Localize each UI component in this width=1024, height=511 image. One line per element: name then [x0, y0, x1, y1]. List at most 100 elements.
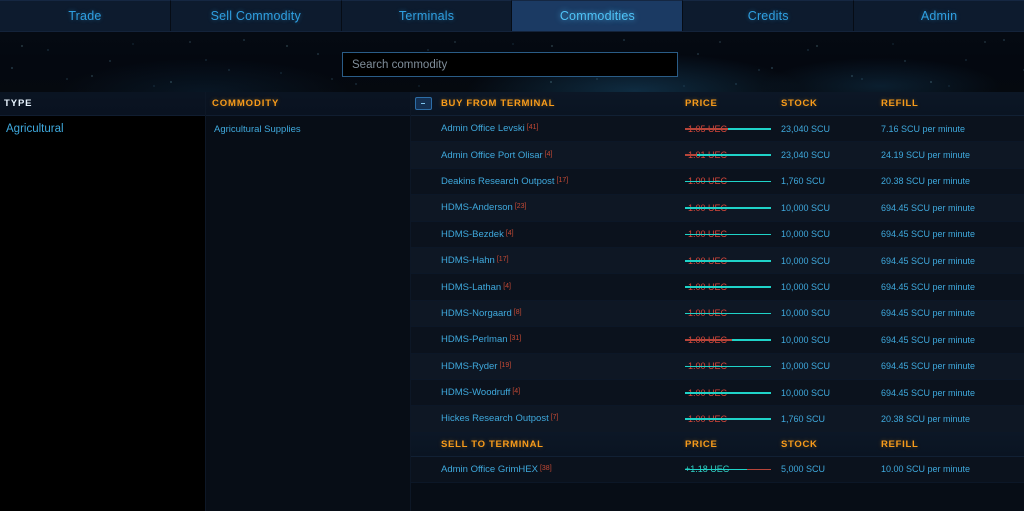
price-bar-cyan — [685, 366, 771, 368]
terminal-name: HDMS-Anderson — [441, 202, 513, 213]
table-row[interactable]: HDMS-Perlman[31]-1.00 UEC10,000 SCU694.4… — [411, 327, 1024, 353]
sell_section-header-stock: STOCK — [781, 439, 881, 450]
price-bar-cyan — [728, 128, 771, 130]
price-bar-cyan — [685, 313, 771, 315]
refill-cell: 10.00 SCU per minute — [881, 464, 1024, 474]
table-row[interactable]: HDMS-Lathan[4]-1.00 UEC10,000 SCU694.45 … — [411, 274, 1024, 300]
terminal-name-cell: HDMS-Ryder[19] — [435, 361, 685, 372]
price-cell: -1.00 UEC — [685, 361, 781, 371]
price-cell: +1.18 UEC — [685, 464, 781, 474]
refill-cell: 20.38 SCU per minute — [881, 176, 1024, 186]
stock-cell: 10,000 SCU — [781, 256, 881, 266]
price-bar-red — [685, 339, 732, 341]
terminal-name-cell: Deakins Research Outpost[17] — [435, 176, 685, 187]
table-row[interactable]: Admin Office Levski[41]-1.05 UEC23,040 S… — [411, 116, 1024, 142]
nav-tab-credits[interactable]: Credits — [683, 0, 854, 31]
table-row[interactable]: HDMS-Hahn[17]-1.00 UEC10,000 SCU694.45 S… — [411, 248, 1024, 274]
sell_section-header-terminal: SELL TO TERMINAL — [435, 439, 685, 450]
terminal-name: Admin Office Levski — [441, 123, 525, 134]
terminal-name: Admin Office Port Olisar — [441, 150, 543, 161]
terminal-name: HDMS-Lathan — [441, 282, 501, 293]
terminal-name: Hickes Research Outpost — [441, 413, 549, 424]
price-indicator-bar — [685, 469, 771, 471]
main-navigation: TradeSell CommodityTerminalsCommoditiesC… — [0, 0, 1024, 32]
price-cell: -1.00 UEC — [685, 176, 781, 186]
price-cell: -1.00 UEC — [685, 308, 781, 318]
price-indicator-bar — [685, 313, 771, 315]
terminal-name-cell: HDMS-Hahn[17] — [435, 255, 685, 266]
terminal-name: HDMS-Bezdek — [441, 229, 504, 240]
price-bar-cyan — [732, 339, 771, 341]
stock-cell: 10,000 SCU — [781, 282, 881, 292]
type-column: TYPE Agricultural — [0, 92, 206, 511]
table-row[interactable]: Deakins Research Outpost[17]-1.00 UEC1,7… — [411, 169, 1024, 195]
search-input[interactable] — [342, 52, 678, 77]
table-row[interactable]: HDMS-Anderson[23]-1.00 UEC10,000 SCU694.… — [411, 195, 1024, 221]
commodity-item[interactable]: Agricultural Supplies — [206, 116, 410, 142]
refill-cell: 694.45 SCU per minute — [881, 335, 1024, 345]
terminal-name-cell: HDMS-Lathan[4] — [435, 282, 685, 293]
refill-cell: 694.45 SCU per minute — [881, 308, 1024, 318]
price-indicator-bar — [685, 260, 771, 262]
price-bar-cyan — [685, 234, 771, 236]
price-bar-red — [685, 154, 697, 156]
table-row[interactable]: Admin Office GrimHEX[38]+1.18 UEC5,000 S… — [411, 457, 1024, 483]
terminal-index: [19] — [499, 362, 511, 369]
price-indicator-bar — [685, 418, 771, 420]
terminal-name-cell: HDMS-Perlman[31] — [435, 334, 685, 345]
terminal-name-cell: Admin Office GrimHEX[38] — [435, 464, 685, 475]
price-bar-cyan — [685, 469, 747, 471]
terminal-name: Deakins Research Outpost — [441, 176, 555, 187]
price-cell: -1.00 UEC — [685, 203, 781, 213]
buy_section-header-row: BUY FROM TERMINALPRICESTOCKREFILL — [411, 92, 1024, 116]
terminal-index: [4] — [503, 283, 511, 290]
terminal-index: [4] — [512, 388, 520, 395]
nav-tab-terminals[interactable]: Terminals — [342, 0, 513, 31]
price-cell: -1.00 UEC — [685, 414, 781, 424]
nav-tab-sell-commodity[interactable]: Sell Commodity — [171, 0, 342, 31]
terminal-name-cell: Hickes Research Outpost[7] — [435, 413, 685, 424]
terminal-name-cell: Admin Office Levski[41] — [435, 123, 685, 134]
collapse-toggle-button[interactable] — [415, 97, 432, 110]
price-bar-cyan — [685, 418, 771, 420]
terminal-tables: BUY FROM TERMINALPRICESTOCKREFILLAdmin O… — [411, 92, 1024, 483]
price-cell: -1.00 UEC — [685, 256, 781, 266]
price-indicator-bar — [685, 234, 771, 236]
table-row[interactable]: Hickes Research Outpost[7]-1.00 UEC1,760… — [411, 406, 1024, 432]
price-indicator-bar — [685, 366, 771, 368]
minus-icon — [421, 103, 425, 104]
price-cell: -1.00 UEC — [685, 388, 781, 398]
content-area: TYPE Agricultural COMMODITY Agricultural… — [0, 92, 1024, 511]
price-indicator-bar — [685, 339, 771, 341]
price-cell: -1.01 UEC — [685, 150, 781, 160]
table-row[interactable]: HDMS-Ryder[19]-1.00 UEC10,000 SCU694.45 … — [411, 354, 1024, 380]
terminal-index: [17] — [497, 256, 509, 263]
table-row[interactable]: HDMS-Bezdek[4]-1.00 UEC10,000 SCU694.45 … — [411, 222, 1024, 248]
price-indicator-bar — [685, 128, 771, 130]
table-row[interactable]: Admin Office Port Olisar[4]-1.01 UEC23,0… — [411, 142, 1024, 168]
price-bar-cyan — [685, 181, 771, 183]
nav-tab-trade[interactable]: Trade — [0, 0, 171, 31]
commodity-column-header: COMMODITY — [206, 92, 410, 116]
terminal-name-cell: HDMS-Norgaard[8] — [435, 308, 685, 319]
refill-cell: 20.38 SCU per minute — [881, 414, 1024, 424]
buy_section-header-stock: STOCK — [781, 98, 881, 109]
stock-cell: 1,760 SCU — [781, 414, 881, 424]
terminal-name: HDMS-Norgaard — [441, 308, 512, 319]
nav-tab-commodities[interactable]: Commodities — [512, 0, 683, 31]
price-indicator-bar — [685, 207, 771, 209]
stock-cell: 10,000 SCU — [781, 308, 881, 318]
refill-cell: 7.16 SCU per minute — [881, 124, 1024, 134]
type-item[interactable]: Agricultural — [0, 116, 205, 142]
table-row[interactable]: HDMS-Woodruff[4]-1.00 UEC10,000 SCU694.4… — [411, 380, 1024, 406]
toggle-cell — [411, 97, 435, 110]
terminal-index: [23] — [515, 203, 527, 210]
terminal-name-cell: HDMS-Anderson[23] — [435, 202, 685, 213]
terminal-name-cell: HDMS-Bezdek[4] — [435, 229, 685, 240]
refill-cell: 694.45 SCU per minute — [881, 229, 1024, 239]
nav-tab-admin[interactable]: Admin — [854, 0, 1024, 31]
table-row[interactable]: HDMS-Norgaard[8]-1.00 UEC10,000 SCU694.4… — [411, 301, 1024, 327]
terminal-name: HDMS-Ryder — [441, 361, 497, 372]
terminal-index: [4] — [545, 151, 553, 158]
terminal-index: [4] — [506, 230, 514, 237]
